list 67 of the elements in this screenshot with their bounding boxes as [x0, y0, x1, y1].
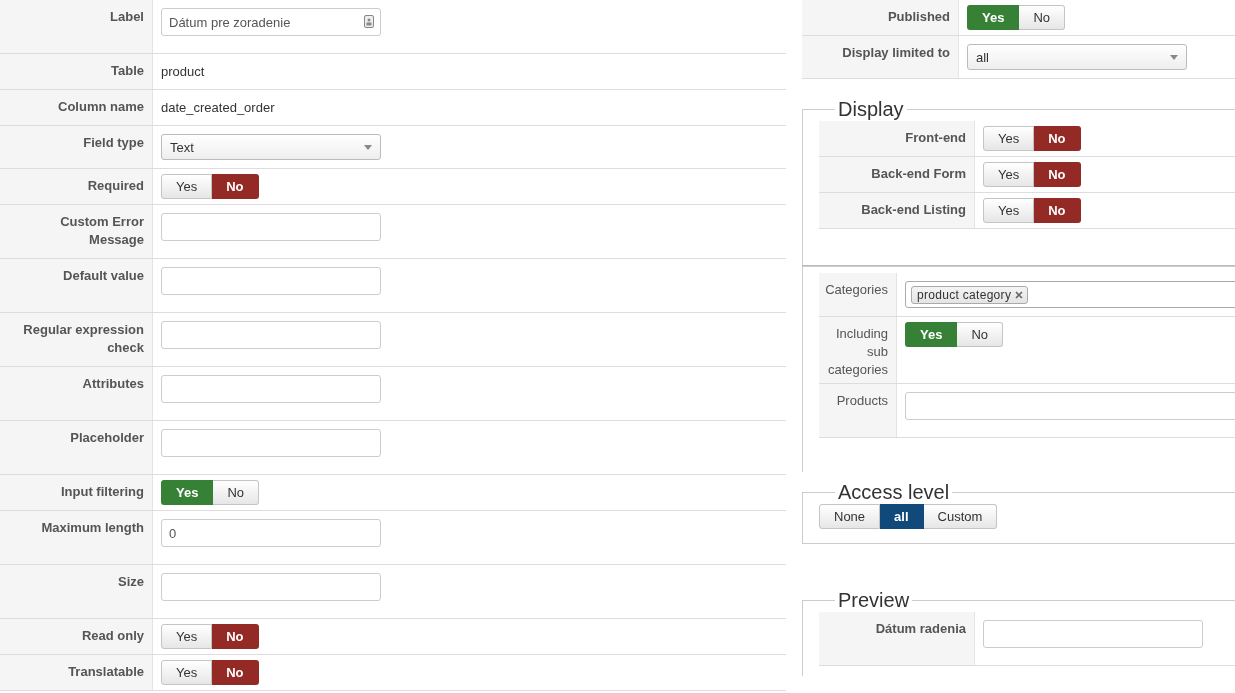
toggle-button[interactable]: No — [212, 624, 259, 649]
toggle-button[interactable]: Yes — [161, 624, 213, 649]
toggle-button[interactable]: No — [213, 480, 260, 505]
field-label: Placeholder — [0, 421, 153, 474]
field-label: Dátum radenia — [819, 612, 975, 665]
section-title: Preview — [837, 588, 911, 612]
field-label: Required — [0, 169, 153, 204]
text-input[interactable] — [905, 392, 1235, 420]
field-label: Published — [802, 0, 959, 35]
field-label: Size — [0, 565, 153, 618]
field-label: Back-end Listing — [819, 193, 975, 228]
toggle-button[interactable]: No — [212, 174, 259, 199]
field-label: Regular expression check — [0, 313, 153, 366]
field-label: Including sub categories — [819, 317, 897, 383]
toggle-button[interactable]: No — [1034, 198, 1081, 223]
field-label: Back-end Form — [819, 157, 975, 192]
toggle-button[interactable]: Custom — [923, 504, 998, 529]
field-label: Field type — [0, 126, 153, 168]
toggle-button[interactable]: No — [1034, 162, 1081, 187]
toggle-button[interactable]: No — [212, 660, 259, 685]
text-input[interactable] — [161, 429, 381, 457]
remove-icon[interactable] — [1015, 290, 1024, 299]
field-label: Default value — [0, 259, 153, 312]
toggle-button[interactable]: Yes — [983, 162, 1035, 187]
text-input[interactable] — [161, 321, 381, 349]
field-label: Front-end — [819, 121, 975, 156]
field-label: Display limited to — [802, 36, 959, 78]
field-label: Label — [0, 0, 153, 53]
toggle-button[interactable]: all — [880, 504, 924, 529]
text-input[interactable] — [161, 213, 381, 241]
caret-icon — [364, 144, 372, 150]
toggle-button[interactable]: Yes — [905, 322, 958, 347]
field-label: Custom Error Message — [0, 205, 153, 258]
caret-icon — [1170, 54, 1178, 60]
section-title: Access level — [837, 480, 951, 504]
field-label: Read only — [0, 619, 153, 654]
text-input[interactable] — [161, 267, 381, 295]
field-label: Categories — [819, 273, 897, 316]
text-input[interactable] — [983, 620, 1203, 648]
text-input[interactable]: 0 — [161, 519, 381, 547]
field-label: Column name — [0, 90, 153, 125]
field-value: date_created_order — [161, 100, 275, 115]
text-input[interactable] — [161, 573, 381, 601]
tag-chip: product category — [911, 285, 1029, 304]
field-value: product — [161, 64, 205, 79]
field-label: Products — [819, 384, 897, 437]
toggle-button[interactable]: No — [1019, 5, 1066, 30]
toggle-button[interactable]: Yes — [161, 174, 213, 199]
toggle-button[interactable]: No — [1034, 126, 1081, 151]
toggle-button[interactable]: Yes — [983, 198, 1035, 223]
toggle-button[interactable]: Yes — [161, 660, 213, 685]
field-label: Table — [0, 54, 153, 89]
toggle-button[interactable]: None — [819, 504, 881, 529]
text-input[interactable] — [161, 375, 381, 403]
section-title: Display — [837, 97, 905, 121]
field-label: Attributes — [0, 367, 153, 420]
toggle-button[interactable]: Yes — [983, 126, 1035, 151]
field-label: Maximum length — [0, 511, 153, 564]
field-label: Translatable — [0, 655, 153, 690]
field-label: Input filtering — [0, 475, 153, 510]
toggle-button[interactable]: Yes — [161, 480, 214, 505]
select-dropdown[interactable]: all — [967, 44, 1187, 70]
toggle-button[interactable]: No — [957, 322, 1004, 347]
tag-input[interactable]: product category — [905, 281, 1235, 308]
toggle-button[interactable]: Yes — [967, 5, 1020, 30]
text-input[interactable]: Dátum pre zoradenie — [161, 8, 381, 36]
select-dropdown[interactable]: Text — [161, 134, 381, 160]
